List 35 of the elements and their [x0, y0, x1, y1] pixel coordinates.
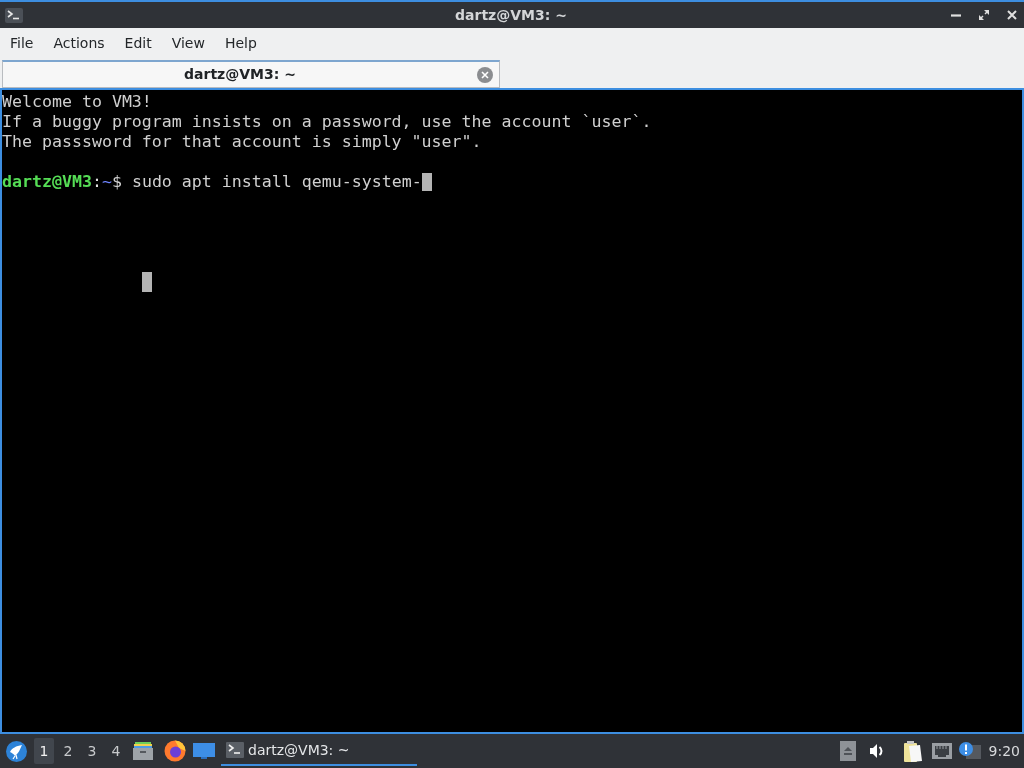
menu-item[interactable]: File: [0, 30, 44, 56]
workspace-button[interactable]: 3: [82, 738, 102, 764]
tab-close-icon[interactable]: [477, 66, 493, 83]
clipboard-icon[interactable]: [903, 740, 922, 762]
file-cabinet-icon[interactable]: [133, 742, 153, 760]
menu-item[interactable]: Help: [214, 30, 267, 56]
menu-item[interactable]: View: [161, 30, 215, 56]
terminal-output-line: The passsword for that account is simply "user".: [2, 132, 483, 152]
ring-logo-icon[interactable]: [164, 740, 186, 762]
maximize-icon: [979, 10, 989, 20]
workspace-button[interactable]: 1: [34, 738, 54, 764]
eject-icon[interactable]: [839, 741, 856, 761]
monitor-icon[interactable]: [193, 742, 215, 760]
task-button[interactable]: dartz@VM3: ~: [221, 736, 417, 766]
menu-item[interactable]: Actions: [43, 30, 115, 56]
notification-icon[interactable]: [958, 741, 981, 761]
window-title: dartz@VM3: ~: [455, 5, 567, 25]
menu-item[interactable]: Edit: [114, 30, 162, 56]
workspace-button[interactable]: 4: [106, 738, 126, 764]
minimize-icon: [951, 13, 961, 17]
text-cursor-icon: [421, 173, 432, 191]
terminal-icon: [226, 742, 244, 758]
clock: 9:20: [988, 741, 1020, 761]
terminal-tab[interactable]: dartz@VM3: ~: [2, 60, 500, 88]
terminal-output-line: Welcome to VM3!: [2, 92, 153, 112]
feather-logo-icon[interactable]: [6, 740, 27, 762]
ethernet-port-icon[interactable]: [931, 743, 952, 759]
speaker-icon[interactable]: [868, 743, 885, 759]
prompt-line: dartz@VM3:~$ sudo apt install qemu-system-: [2, 172, 422, 192]
block-cursor-icon: [142, 272, 152, 292]
terminal-output-line: If a buggy program insists on a password, use the account `user`.: [2, 112, 653, 132]
workspace-button[interactable]: 2: [58, 738, 78, 764]
terminal-pane[interactable]: Welcome to VM3! If a buggy program insists on a password, use the account `user`. The passsword for that account is simply "user". dartz@VM3:~$ sudo apt install qemu-system-: [0, 90, 1024, 732]
terminal-icon[interactable]: [5, 7, 23, 23]
close-icon: [1007, 10, 1017, 20]
